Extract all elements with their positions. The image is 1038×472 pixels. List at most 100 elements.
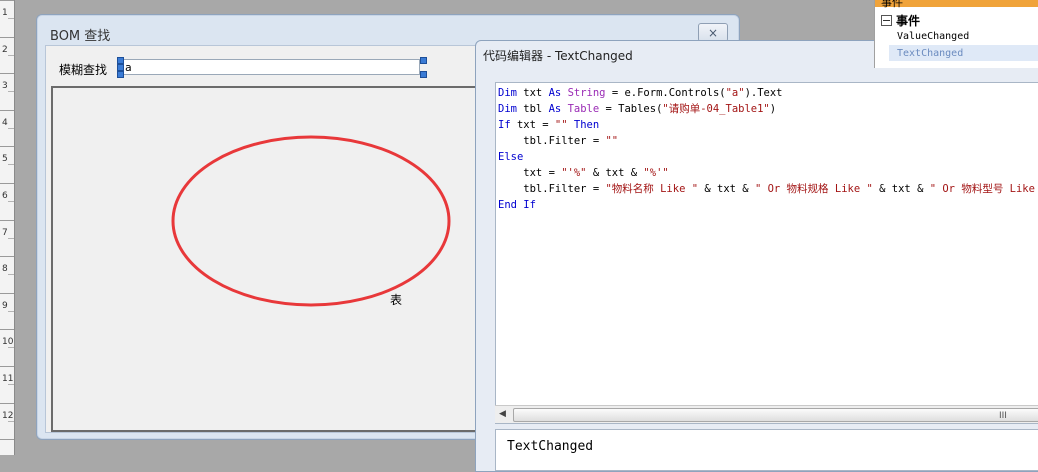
resize-handle-bottom-left[interactable]	[117, 71, 124, 78]
code-line: Else	[496, 149, 1038, 165]
ruler-number: 4	[2, 118, 8, 128]
close-icon: ×	[707, 25, 719, 40]
ruler-minor-tick	[8, 274, 14, 275]
ruler-number: 7	[2, 228, 8, 238]
code-token: txt	[516, 87, 549, 99]
ruler-minor-tick	[8, 421, 14, 422]
code-token: "物料名称 Like "	[605, 183, 699, 195]
code-token: tbl.Filter =	[498, 183, 606, 195]
editor-title: 代码编辑器 - TextChanged	[483, 49, 633, 63]
search-input[interactable]: a	[120, 59, 420, 75]
code-line: txt = "'%" & txt & "%'"	[496, 165, 1038, 181]
ruler-tick	[0, 293, 14, 294]
code-token: End If	[498, 199, 536, 211]
ruler-number: 5	[2, 154, 8, 164]
code-token: String	[567, 87, 606, 99]
code-line: End If	[496, 197, 1038, 213]
code-token: " Or 物料规格 Like "	[754, 183, 873, 195]
code-line: Dim tbl As Table = Tables("请购单-04_Table1…	[496, 101, 1038, 117]
code-token: "请购单-04_Table1"	[662, 103, 770, 115]
events-category[interactable]: 事件	[881, 12, 920, 29]
ruler-minor-tick	[8, 55, 14, 56]
collapse-icon[interactable]	[881, 15, 892, 26]
ruler-minor-tick	[8, 238, 14, 239]
ruler-tick	[0, 37, 14, 38]
code-text-area[interactable]: Dim txt As String = e.Form.Controls("a")…	[495, 82, 1038, 424]
form-title: BOM 查找	[50, 29, 111, 44]
event-name-text: TextChanged	[507, 439, 594, 454]
table-label: 表	[390, 293, 403, 307]
ruler-tick	[0, 220, 14, 221]
ruler-tick	[0, 256, 14, 257]
code-token: txt =	[498, 167, 562, 179]
event-item-textchanged[interactable]: TextChanged	[897, 48, 963, 59]
code-token: "%'"	[643, 167, 669, 179]
code-token: ).Text	[744, 87, 783, 99]
ruler-number: 9	[2, 301, 8, 311]
code-token: Dim	[498, 87, 517, 99]
ruler-number: 10	[2, 337, 14, 347]
horizontal-scrollbar[interactable]: ◀ III	[495, 405, 1038, 423]
code-token: If	[498, 119, 511, 131]
ruler-minor-tick	[8, 128, 14, 129]
code-token: Table	[567, 103, 600, 115]
events-header-bar: 事件	[875, 0, 1038, 9]
code-token: "'%"	[561, 167, 587, 179]
code-token: & txt &	[872, 183, 930, 195]
code-line: tbl.Filter = ""	[496, 133, 1038, 149]
ruler-number: 12	[2, 411, 14, 421]
code-token: txt =	[510, 119, 555, 131]
code-editor-window: 代码编辑器 - TextChanged Dim txt As String = …	[475, 40, 1038, 472]
event-item-valuechanged[interactable]: ValueChanged	[897, 31, 969, 42]
ruler-minor-tick	[8, 18, 14, 19]
ruler-tick	[0, 366, 14, 367]
scroll-thumb[interactable]: III	[513, 408, 1038, 422]
code-token: " Or 物料型号 Like	[929, 183, 1035, 195]
code-token: ""	[554, 119, 568, 131]
code-token: )	[769, 103, 777, 115]
code-token: Else	[498, 151, 524, 163]
scroll-left-icon[interactable]: ◀	[499, 409, 506, 419]
resize-handle-top-left[interactable]	[117, 57, 124, 64]
ruler-number: 2	[2, 45, 8, 55]
ruler-number: 6	[2, 191, 8, 201]
resize-handle-middle-left[interactable]	[117, 64, 124, 71]
ruler-tick	[0, 146, 14, 147]
events-property-panel: 事件 事件 ValueChanged TextChanged	[874, 0, 1038, 68]
code-token: Then	[573, 119, 600, 131]
code-token: "a"	[725, 87, 745, 99]
code-token: & txt &	[586, 167, 644, 179]
code-token: Dim	[498, 103, 517, 115]
ruler-tick	[0, 0, 14, 1]
code-line: tbl.Filter = "物料名称 Like " & txt & " Or 物…	[496, 181, 1038, 197]
ruler-tick	[0, 403, 14, 404]
code-token: tbl	[516, 103, 549, 115]
code-line: If txt = "" Then	[496, 117, 1038, 133]
ruler-minor-tick	[8, 201, 14, 202]
resize-handle-top-middle[interactable]	[420, 57, 427, 64]
ruler-number: 11	[2, 374, 14, 384]
ruler-number: 1	[2, 8, 8, 18]
ruler-minor-tick	[8, 91, 14, 92]
ruler-tick	[0, 73, 14, 74]
ruler-minor-tick	[8, 164, 14, 165]
ruler-minor-tick	[8, 311, 14, 312]
ruler-tick	[0, 183, 14, 184]
ruler-tick	[0, 110, 14, 111]
ruler-tick	[0, 439, 14, 440]
code-token: & txt &	[698, 183, 755, 195]
event-description-panel: TextChanged	[495, 429, 1038, 471]
ruler-tick	[0, 329, 14, 330]
resize-handle-bottom-middle[interactable]	[420, 71, 427, 78]
scroll-grip-icon: III	[999, 411, 1007, 421]
ruler-minor-tick	[8, 384, 14, 385]
events-header-text: 事件	[881, 0, 903, 9]
events-category-label: 事件	[896, 14, 921, 28]
ruler-minor-tick	[8, 347, 14, 348]
ruler-number: 8	[2, 264, 8, 274]
fuzzy-search-label: 模糊查找	[59, 63, 108, 77]
vertical-ruler: 1 2 3 4 5 6 7 8 9 10 11 12	[0, 0, 15, 455]
ruler-number: 3	[2, 81, 8, 91]
code-token: As	[548, 103, 562, 115]
code-token: = Tables(	[599, 103, 663, 115]
